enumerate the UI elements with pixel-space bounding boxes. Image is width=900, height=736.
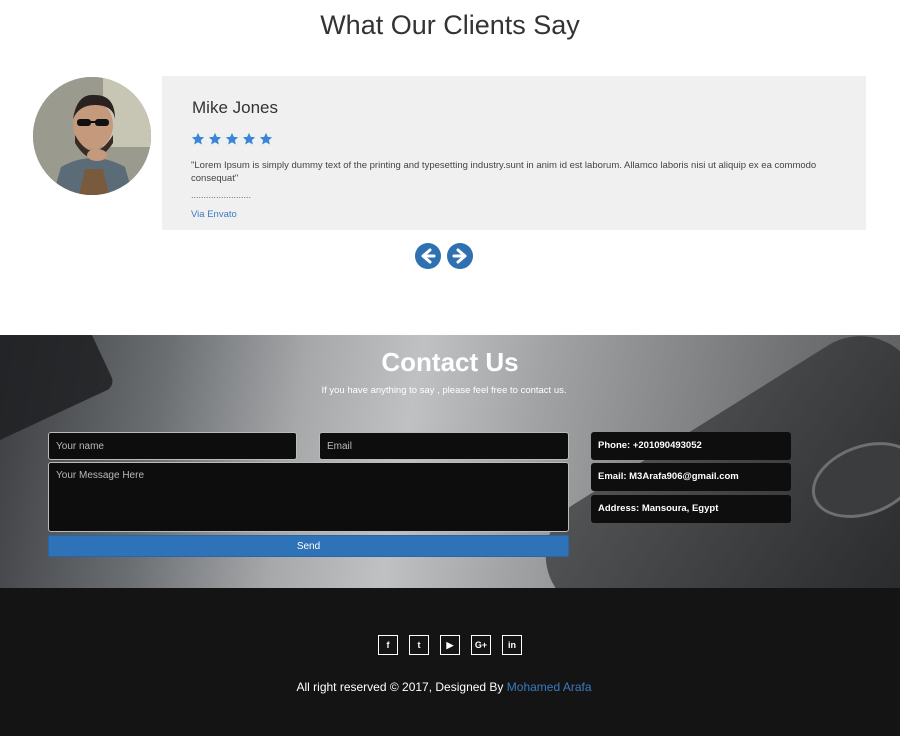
source-link[interactable]: Via Envato xyxy=(191,209,237,220)
star-icon xyxy=(225,132,239,145)
copyright-text: All right reserved © 2017, Designed By xyxy=(296,680,504,694)
linkedin-icon[interactable]: in xyxy=(502,635,522,655)
star-icon xyxy=(208,132,222,145)
quote-separator: ........................ xyxy=(191,190,252,200)
twitter-icon[interactable]: t xyxy=(409,635,429,655)
star-icon xyxy=(242,132,256,145)
star-icon xyxy=(191,132,205,145)
contact-section: Contact Us If you have anything to say ,… xyxy=(0,335,900,588)
prev-button[interactable] xyxy=(415,243,441,269)
footer: f t ▶ G+ in All right reserved © 2017, Desig… xyxy=(0,588,900,736)
social-links: f t ▶ G+ in xyxy=(0,635,900,655)
message-input[interactable] xyxy=(48,462,569,532)
facebook-icon[interactable]: f xyxy=(378,635,398,655)
testimonial-card: Mike Jones "Lorem Ipsum is simply dummy … xyxy=(162,76,866,230)
address-info: Address: Mansoura, Egypt xyxy=(591,495,791,523)
contact-title: Contact Us xyxy=(381,347,519,377)
client-name: Mike Jones xyxy=(192,98,278,117)
email-input[interactable] xyxy=(319,432,569,460)
star-icon xyxy=(259,132,273,145)
author-link[interactable]: Mohamed Arafa xyxy=(507,680,592,694)
rating-stars xyxy=(191,132,273,146)
arrow-right-circle-icon xyxy=(452,248,467,264)
youtube-icon[interactable]: ▶ xyxy=(440,635,460,655)
arrow-left-circle-icon xyxy=(421,248,436,264)
next-button[interactable] xyxy=(447,243,473,269)
send-button[interactable]: Send xyxy=(48,535,569,557)
section-title: What Our Clients Say xyxy=(320,10,580,40)
client-avatar xyxy=(33,77,151,195)
google-plus-icon[interactable]: G+ xyxy=(471,635,491,655)
testimonials-section: What Our Clients Say Mike Jones "Lorem I… xyxy=(0,0,900,335)
copyright: All right reserved © 2017, Designed By M… xyxy=(0,680,888,694)
email-info: Email: M3Arafa906@gmail.com xyxy=(591,463,791,491)
name-input[interactable] xyxy=(48,432,297,460)
phone-info: Phone: +201090493052 xyxy=(591,432,791,460)
contact-subtitle: If you have anything to say , please fee… xyxy=(321,385,567,396)
testimonial-quote: "Lorem Ipsum is simply dummy text of the… xyxy=(191,160,817,184)
